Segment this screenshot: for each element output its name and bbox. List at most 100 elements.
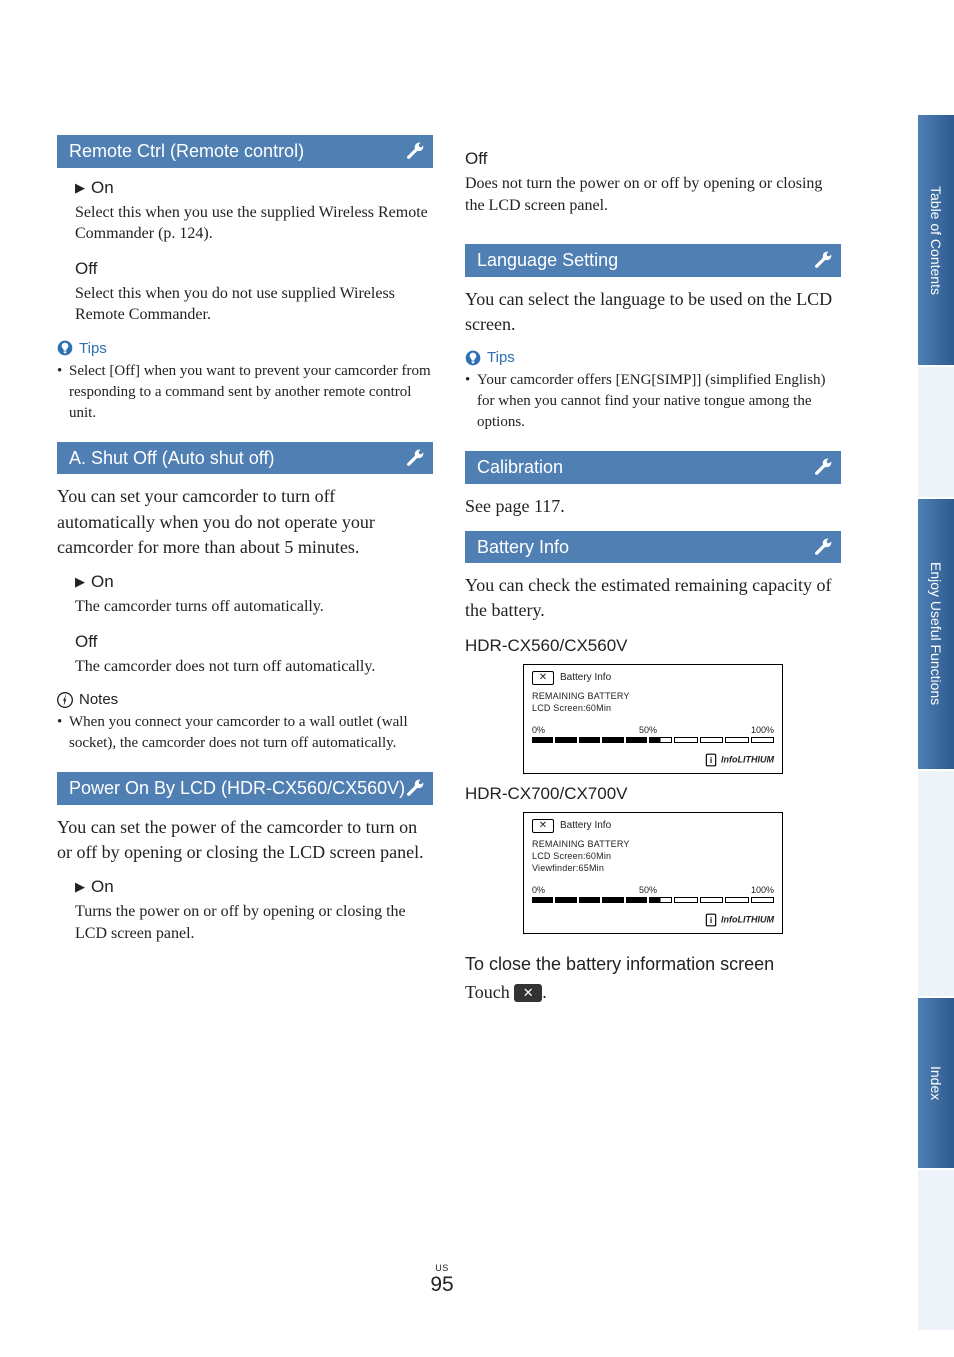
- option-off: Off: [75, 632, 433, 652]
- heading-battery-info: Battery Info: [465, 531, 841, 564]
- model-heading: HDR-CX560/CX560V: [465, 636, 841, 656]
- option-on: ▶ On: [75, 877, 433, 897]
- section-intro: See page 117.: [465, 494, 841, 519]
- triangle-icon: ▶: [75, 879, 85, 894]
- infolithium-logo: i InfoLITHIUM: [532, 753, 774, 767]
- option-label: Off: [75, 632, 433, 652]
- tab-gap: [918, 367, 954, 497]
- side-tab-rail: Table of Contents Enjoy Useful Functions…: [918, 55, 954, 1325]
- tick-0: 0%: [532, 725, 545, 735]
- model-heading: HDR-CX700/CX700V: [465, 784, 841, 804]
- heading-text: Battery Info: [477, 537, 569, 557]
- wrench-icon: [405, 778, 425, 798]
- battery-bar: [532, 737, 774, 743]
- option-label: ▶ On: [75, 572, 433, 592]
- tips-list: Select [Off] when you want to prevent yo…: [57, 361, 433, 424]
- option-on: ▶ On: [75, 572, 433, 592]
- panel-line: REMAINING BATTERY: [532, 839, 774, 849]
- heading-text: Remote Ctrl (Remote control): [69, 141, 304, 161]
- heading-auto-shut-off: A. Shut Off (Auto shut off): [57, 442, 433, 475]
- tab-label: Enjoy Useful Functions: [928, 562, 944, 705]
- lightbulb-icon: [57, 340, 73, 356]
- battery-scale: 0% 50% 100%: [532, 885, 774, 895]
- option-on: ▶ On: [75, 178, 433, 198]
- tips-label: Tips: [487, 349, 515, 366]
- close-button[interactable]: ✕: [532, 819, 554, 833]
- tips-list: Your camcorder offers [ENG[SIMP]] (simpl…: [465, 370, 841, 433]
- tab-label: Index: [928, 1066, 944, 1100]
- tab-label: Table of Contents: [928, 186, 944, 295]
- triangle-icon: ▶: [75, 574, 85, 589]
- tick-100: 100%: [751, 725, 774, 735]
- tips-heading: Tips: [57, 340, 433, 357]
- section-intro: You can select the language to be used o…: [465, 287, 841, 337]
- triangle-icon: ▶: [75, 180, 85, 195]
- left-column: Remote Ctrl (Remote control) ▶ On Select …: [57, 135, 433, 1003]
- notes-item: When you connect your camcorder to a wal…: [57, 712, 433, 754]
- option-label: ▶ On: [75, 877, 433, 897]
- option-label-text: On: [91, 877, 114, 896]
- heading-calibration: Calibration: [465, 451, 841, 484]
- tips-label: Tips: [79, 340, 107, 357]
- svg-text:i: i: [710, 756, 712, 765]
- svg-text:i: i: [710, 916, 712, 925]
- tab-table-of-contents[interactable]: Table of Contents: [918, 115, 954, 365]
- infolithium-text: InfoLITHIUM: [721, 754, 774, 764]
- heading-text: Power On By LCD (HDR-CX560/CX560V): [69, 778, 405, 798]
- wrench-icon: [813, 537, 833, 557]
- heading-remote-ctrl: Remote Ctrl (Remote control): [57, 135, 433, 168]
- option-off: Off: [75, 259, 433, 279]
- info-battery-icon: i: [704, 913, 718, 927]
- tick-100: 100%: [751, 885, 774, 895]
- section-intro: You can set your camcorder to turn off a…: [57, 484, 433, 560]
- battery-scale: 0% 50% 100%: [532, 725, 774, 735]
- panel-line: Viewfinder:65Min: [532, 863, 774, 873]
- option-desc: Does not turn the power on or off by ope…: [465, 173, 841, 216]
- option-label-text: On: [91, 178, 114, 197]
- wrench-icon: [813, 457, 833, 477]
- close-battery-heading: To close the battery information screen: [465, 952, 841, 976]
- option-label-text: On: [91, 572, 114, 591]
- info-battery-icon: i: [704, 753, 718, 767]
- heading-text: A. Shut Off (Auto shut off): [69, 448, 274, 468]
- panel-title: Battery Info: [560, 820, 611, 831]
- tick-50: 50%: [639, 725, 657, 735]
- wrench-icon: [405, 448, 425, 468]
- infolithium-logo: i InfoLITHIUM: [532, 913, 774, 927]
- tips-item: Your camcorder offers [ENG[SIMP]] (simpl…: [465, 370, 841, 433]
- panel-line: REMAINING BATTERY: [532, 691, 774, 701]
- heading-power-on-by-lcd: Power On By LCD (HDR-CX560/CX560V): [57, 772, 433, 805]
- page-num: 95: [430, 1273, 453, 1296]
- close-icon-inline: ✕: [514, 984, 542, 1002]
- touch-suffix: .: [542, 982, 547, 1002]
- tab-gap: [918, 771, 954, 996]
- touch-prefix: Touch: [465, 982, 514, 1002]
- wrench-icon: [813, 250, 833, 270]
- tick-50: 50%: [639, 885, 657, 895]
- option-off: Off: [465, 149, 841, 169]
- heading-text: Calibration: [477, 457, 563, 477]
- tab-enjoy-useful-functions[interactable]: Enjoy Useful Functions: [918, 499, 954, 769]
- option-desc: Select this when you use the supplied Wi…: [75, 202, 433, 245]
- panel-title: Battery Info: [560, 672, 611, 683]
- close-button[interactable]: ✕: [532, 671, 554, 685]
- battery-bar: [532, 897, 774, 903]
- option-label: ▶ On: [75, 178, 433, 198]
- option-desc: Select this when you do not use supplied…: [75, 283, 433, 326]
- touch-instruction: Touch ✕.: [465, 982, 841, 1003]
- wrench-icon: [405, 141, 425, 161]
- battery-info-panel-cx700: ✕ Battery Info REMAINING BATTERY LCD Scr…: [523, 812, 783, 934]
- panel-line: LCD Screen:60Min: [532, 851, 774, 861]
- option-desc: The camcorder does not turn off automati…: [75, 656, 433, 678]
- option-desc: The camcorder turns off automatically.: [75, 596, 433, 618]
- tab-gap: [918, 1170, 954, 1330]
- notes-heading: Notes: [57, 691, 433, 708]
- section-intro: You can check the estimated remaining ca…: [465, 573, 841, 623]
- tick-0: 0%: [532, 885, 545, 895]
- lightbulb-icon: [465, 350, 481, 366]
- page-region: US: [0, 1263, 884, 1273]
- notes-list: When you connect your camcorder to a wal…: [57, 712, 433, 754]
- notes-label: Notes: [79, 691, 118, 708]
- notes-icon: [57, 692, 73, 708]
- tab-index[interactable]: Index: [918, 998, 954, 1168]
